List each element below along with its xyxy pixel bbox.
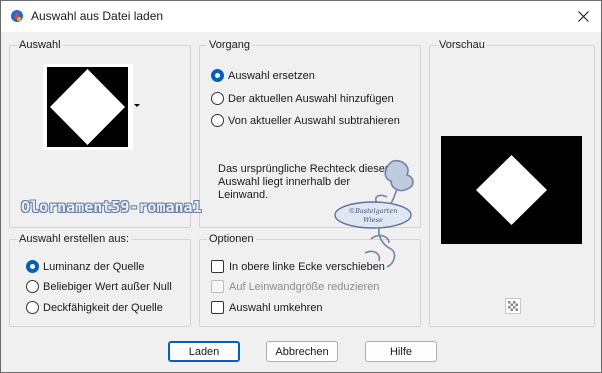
auswahl-group-title: Auswahl: [17, 39, 63, 51]
radio-label: Luminanz der Quelle: [43, 260, 145, 273]
checkbox-label: Auswahl umkehren: [229, 301, 323, 314]
radio-label: Auswahl ersetzen: [228, 69, 315, 82]
svg-text:©Bastelgarten: ©Bastelgarten: [349, 207, 398, 215]
load-button[interactable]: Laden: [168, 341, 240, 362]
cancel-button[interactable]: Abbrechen: [266, 341, 338, 362]
checkbox: [211, 280, 224, 293]
dialog-window: Auswahl aus Datei laden Auswahl Vorgang …: [0, 0, 602, 373]
check-crop-canvas: Auf Leinwandgröße reduzieren: [211, 279, 379, 294]
checkbox[interactable]: [211, 260, 224, 273]
radio-button[interactable]: [211, 69, 224, 82]
radio-button[interactable]: [211, 114, 224, 127]
watermark-text: Olornament59-romana1: [21, 198, 202, 216]
radio-label: Von aktueller Auswahl subtrahieren: [228, 114, 400, 127]
erstellen-group-title: Auswahl erstellen aus:: [17, 233, 132, 245]
radio-opacity[interactable]: Deckfähigkeit der Quelle: [26, 300, 163, 315]
paintshop-icon: [11, 10, 23, 22]
radio-label: Beliebiger Wert außer Null: [43, 280, 172, 293]
check-invert[interactable]: Auswahl umkehren: [211, 300, 323, 315]
radio-label: Deckfähigkeit der Quelle: [43, 301, 163, 314]
title-bar: Auswahl aus Datei laden: [1, 1, 601, 32]
chevron-down-icon[interactable]: [134, 104, 140, 107]
window-title: Auswahl aus Datei laden: [31, 9, 164, 23]
checkbox-label: Auf Leinwandgröße reduzieren: [229, 280, 380, 293]
help-button[interactable]: Hilfe: [365, 341, 437, 362]
radio-add[interactable]: Der aktuellen Auswahl hinzufügen: [211, 91, 394, 106]
watermark-logo-icon: ©Bastelgarten Wiese: [334, 159, 414, 268]
selection-thumbnail: [47, 67, 128, 147]
radio-button[interactable]: [26, 260, 39, 273]
radio-button[interactable]: [211, 92, 224, 105]
selection-preset-picker[interactable]: [43, 64, 133, 150]
radio-nonzero[interactable]: Beliebiger Wert außer Null: [26, 279, 172, 294]
vorschau-group-title: Vorschau: [437, 39, 487, 51]
radio-subtract[interactable]: Von aktueller Auswahl subtrahieren: [211, 113, 400, 128]
optionen-group-title: Optionen: [207, 233, 256, 245]
preview-canvas: [441, 136, 582, 244]
close-icon: [577, 10, 589, 22]
radio-button[interactable]: [26, 280, 39, 293]
vorgang-group-title: Vorgang: [207, 39, 252, 51]
transparency-checker-icon[interactable]: [505, 298, 521, 314]
svg-text:Wiese: Wiese: [363, 216, 383, 224]
radio-label: Der aktuellen Auswahl hinzufügen: [228, 92, 394, 105]
checkbox[interactable]: [211, 301, 224, 314]
radio-replace[interactable]: Auswahl ersetzen: [211, 68, 315, 83]
radio-button[interactable]: [26, 301, 39, 314]
radio-luminance[interactable]: Luminanz der Quelle: [26, 259, 145, 274]
close-button[interactable]: [569, 4, 597, 28]
